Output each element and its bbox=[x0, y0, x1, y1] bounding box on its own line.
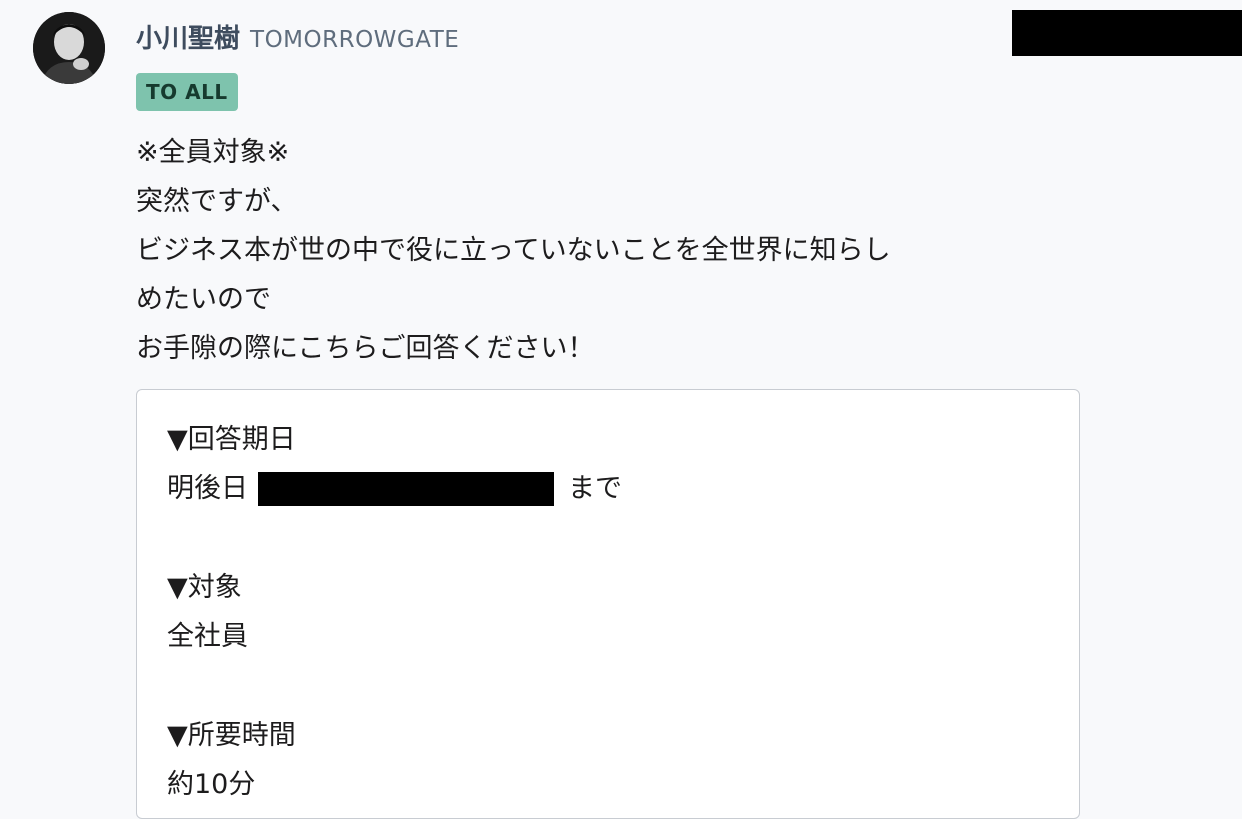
deadline-prefix: 明後日 bbox=[167, 473, 248, 504]
redacted-date bbox=[258, 471, 554, 506]
deadline-suffix: まで bbox=[568, 473, 622, 504]
chat-message: 小川聖樹 TOMORROWGATE TO ALL ※全員対象※ 突然ですが、 ビ… bbox=[0, 0, 1242, 819]
deadline-line: 明後日 まで bbox=[167, 464, 1047, 513]
body-line: ※全員対象※ bbox=[136, 137, 290, 168]
message-attachment-card: ▼回答期日 明後日 まで ▼対象 全社員 ▼所要時間 約10分 bbox=[136, 389, 1080, 819]
to-all-badge: TO ALL bbox=[136, 73, 238, 111]
redacted-block bbox=[1012, 10, 1242, 56]
message-body: ※全員対象※ 突然ですが、 ビジネス本が世の中で役に立っていないことを全世界に知… bbox=[136, 128, 1096, 373]
duration-heading: ▼所要時間 bbox=[167, 720, 296, 751]
target-heading: ▼対象 bbox=[167, 572, 242, 603]
message-header: 小川聖樹 TOMORROWGATE bbox=[136, 18, 459, 58]
sender-organization: TOMORROWGATE bbox=[250, 27, 460, 53]
body-line: お手隙の際にこちらご回答ください！ bbox=[136, 333, 595, 364]
card-content: ▼回答期日 明後日 まで ▼対象 全社員 ▼所要時間 約10分 bbox=[167, 415, 1047, 809]
deadline-heading: ▼回答期日 bbox=[167, 424, 296, 455]
user-photo-icon bbox=[33, 12, 105, 84]
avatar[interactable] bbox=[33, 12, 105, 84]
target-value: 全社員 bbox=[167, 621, 248, 652]
body-line: ビジネス本が世の中で役に立っていないことを全世界に知らし bbox=[136, 235, 891, 266]
sender-name[interactable]: 小川聖樹 bbox=[136, 18, 240, 55]
body-line: 突然ですが、 bbox=[136, 186, 298, 217]
body-line: めたいので bbox=[136, 284, 271, 315]
